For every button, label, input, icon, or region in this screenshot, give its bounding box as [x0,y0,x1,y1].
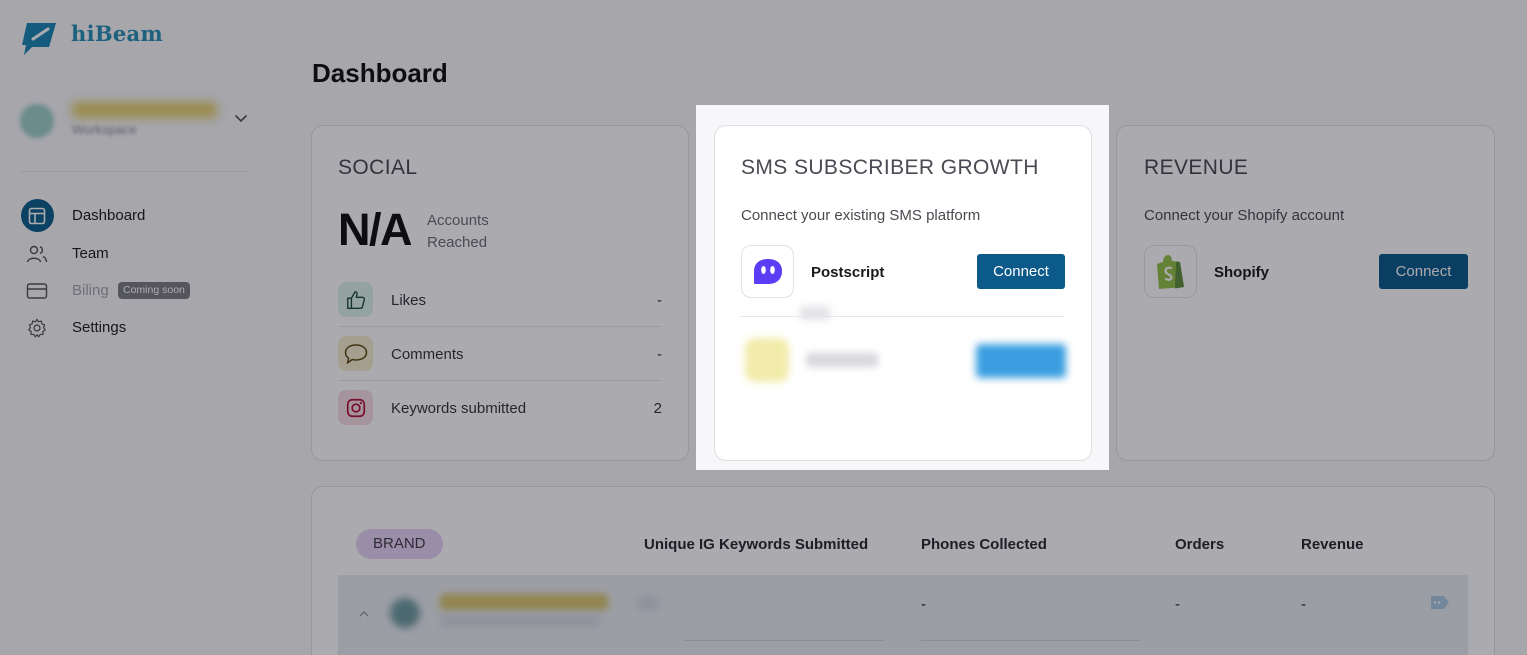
sidebar-item-label: Dashboard [72,207,146,224]
divider [338,380,662,381]
app-logo-text: hiBeam [71,21,163,46]
sidebar-item-label: Settings [72,319,127,336]
users-icon [20,238,54,270]
accounts-reached-label-line1: Accounts [427,212,489,229]
cell-revenue: - [1301,596,1306,613]
sidebar-item-settings[interactable]: Settings [20,312,260,344]
metric-comments-value: - [657,346,662,363]
workspace-name-redacted[interactable] [72,102,217,118]
brand-name-redacted [440,594,608,610]
sidebar-item-team[interactable]: Team [20,238,260,270]
postscript-connect-button[interactable]: Connect [977,254,1065,289]
shopify-icon [1144,245,1197,298]
postscript-icon [741,245,794,298]
cell-phones: - [921,596,926,613]
brand-avatar-redacted [390,598,420,628]
instagram-icon [338,390,373,425]
thumbs-up-icon [338,282,373,317]
metric-likes-label: Likes [391,292,427,309]
social-heading: SOCIAL [338,156,418,179]
comment-icon [338,336,373,371]
coming-soon-badge: Coming soon [118,282,190,299]
layout-icon [20,200,54,232]
metric-keywords-value: 2 [653,400,662,417]
hibeam-logo-icon [20,20,58,56]
sms-subtitle: Connect your existing SMS platform [741,207,981,224]
divider [338,326,662,327]
keyword-count-redacted [638,596,658,610]
sidebar-item-label: Biling [72,282,109,299]
revenue-heading: REVENUE [1144,156,1249,179]
redacted-app-name [806,353,878,367]
tag-icon[interactable] [1429,594,1451,611]
workspace-label: Workspace [72,122,137,137]
divider [683,640,885,641]
column-header-revenue: Revenue [1301,536,1364,553]
column-header-phones: Phones Collected [921,536,1047,553]
chevron-up-icon[interactable] [357,606,371,617]
cell-orders: - [1175,596,1180,613]
revenue-subtitle: Connect your Shopify account [1144,207,1345,224]
metric-keywords-label: Keywords submitted [391,400,527,417]
accounts-reached-value: N/A [338,204,413,255]
column-header-keywords: Unique IG Keywords Submitted [644,536,869,553]
workspace-avatar[interactable] [20,104,54,138]
redacted-text [800,306,830,320]
chevron-down-icon[interactable] [232,112,250,126]
sidebar-item-dashboard[interactable]: Dashboard [20,199,260,232]
divider [741,316,1065,317]
brand-column-header: BRAND [356,529,443,559]
metric-likes-value: - [657,292,662,309]
redacted-connect-button[interactable] [976,344,1066,378]
metric-comments-label: Comments [391,346,464,363]
column-header-orders: Orders [1175,536,1225,553]
page-title: Dashboard [312,58,448,88]
brand-subtitle-redacted [440,616,600,626]
gear-icon [20,312,54,344]
shopify-name: Shopify [1214,264,1269,281]
shopify-connect-button[interactable]: Connect [1379,254,1468,289]
divider [921,640,1140,641]
accounts-reached-label-line2: Reached [427,234,488,251]
credit-card-icon [20,275,54,307]
sidebar-item-label: Team [72,245,109,262]
postscript-name: Postscript [811,264,885,281]
table-row[interactable] [338,575,1468,655]
redacted-app-icon [745,338,789,382]
sms-heading: SMS SUBSCRIBER GROWTH [741,156,1039,179]
sidebar-divider [20,171,250,172]
